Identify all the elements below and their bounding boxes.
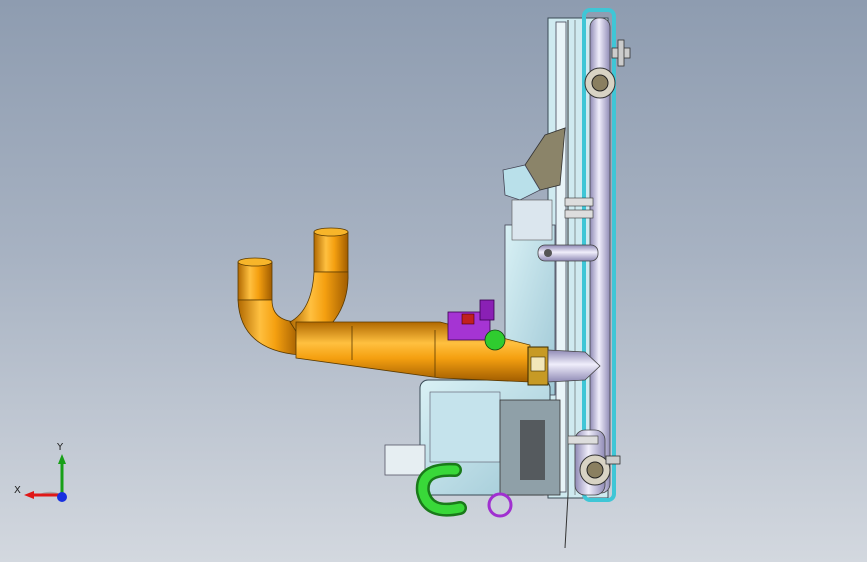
z-axis-dot <box>57 492 67 502</box>
y-axis-label: Y <box>57 442 64 453</box>
x-axis-head <box>24 491 34 499</box>
lower-housing <box>384 379 561 496</box>
graphics-viewport[interactable]: Y X <box>0 0 867 562</box>
y-axis-head <box>58 454 66 464</box>
x-axis-label: X <box>14 485 21 496</box>
assembly-model[interactable] <box>0 0 867 562</box>
orientation-triad[interactable] <box>12 440 82 510</box>
rod <box>564 494 569 549</box>
